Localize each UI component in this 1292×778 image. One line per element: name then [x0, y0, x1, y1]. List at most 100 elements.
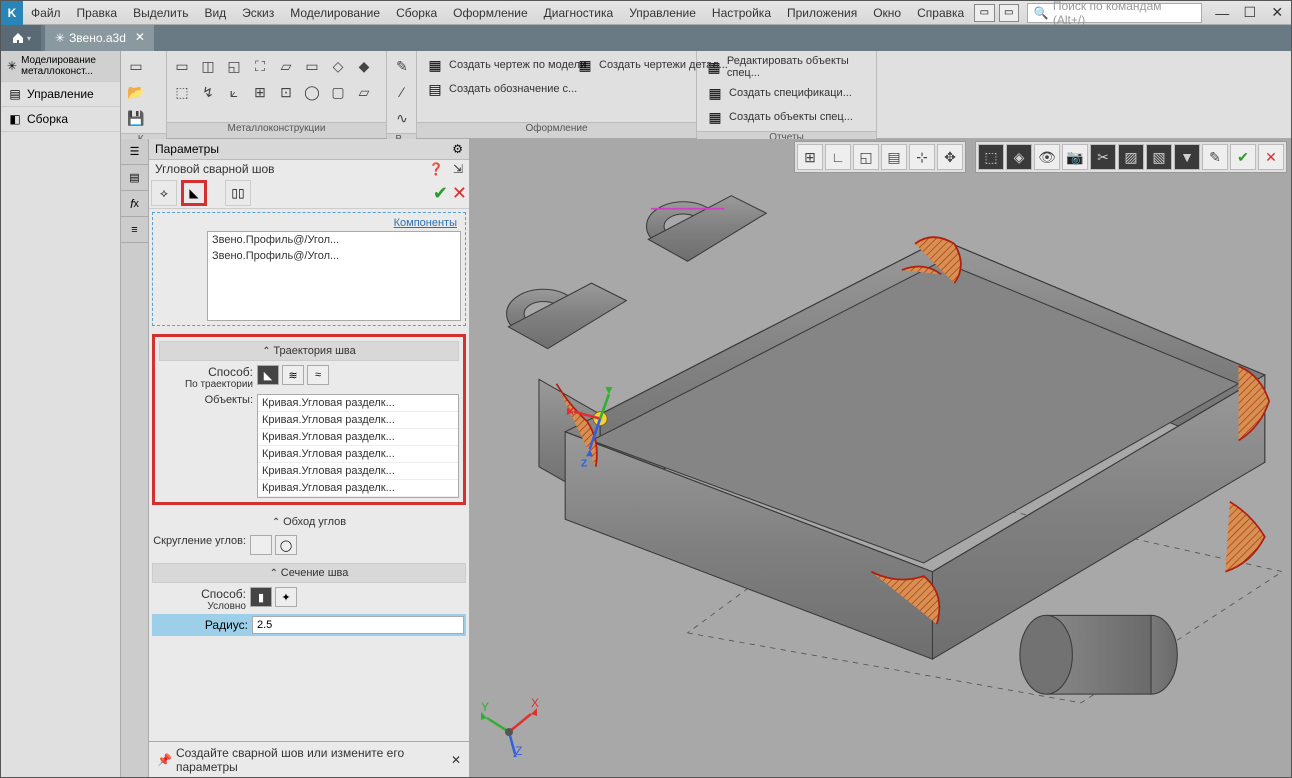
view-mode-2-selected[interactable]: ◣ [181, 180, 207, 206]
view-mode-1[interactable]: ⟡ [151, 180, 177, 206]
vp-reject-icon[interactable]: ✕ [1258, 144, 1284, 170]
create-spec-objects-button[interactable]: ▦ Создать объекты спец... [699, 105, 874, 129]
tool-1-icon[interactable]: ▭ [170, 54, 194, 78]
vp-angle-icon[interactable]: ∟ [825, 144, 851, 170]
document-tab[interactable]: ✳ Звено.a3d ✕ [45, 25, 154, 51]
open-icon[interactable]: 📂 [124, 80, 148, 104]
menu-sketch[interactable]: Эскиз [234, 6, 282, 20]
tool-5-icon[interactable]: ▱ [274, 54, 298, 78]
menu-window[interactable]: Окно [865, 6, 909, 20]
menu-applications[interactable]: Приложения [779, 6, 865, 20]
cancel-icon[interactable]: ✕ [452, 183, 467, 204]
line-icon[interactable]: ∕ [390, 80, 414, 104]
tool-8-icon[interactable]: ◆ [352, 54, 376, 78]
vp-camera-icon[interactable]: 📷 [1062, 144, 1088, 170]
orientation-axes-icon[interactable]: X Y Z [479, 687, 549, 757]
object-item[interactable]: Кривая.Угловая разделк... [258, 446, 458, 463]
vp-tool-a-icon[interactable]: ✂ [1090, 144, 1116, 170]
menu-help[interactable]: Справка [909, 6, 972, 20]
trajectory-header[interactable]: Траектория шва [159, 341, 459, 361]
tab-close-icon[interactable]: ✕ [132, 29, 148, 45]
vp-box-icon[interactable]: ⬚ [978, 144, 1004, 170]
params-gear-icon[interactable]: ⚙ [452, 142, 463, 156]
object-item[interactable]: Кривая.Угловая разделк... [258, 480, 458, 497]
section-header[interactable]: Сечение шва [152, 563, 466, 583]
menu-settings[interactable]: Настройка [704, 6, 779, 20]
3d-viewport[interactable]: X Z X Y Z [469, 139, 1291, 777]
window-minimize[interactable]: — [1208, 5, 1236, 21]
vp-brush-icon[interactable]: ✎ [1202, 144, 1228, 170]
menu-file[interactable]: Файл [23, 6, 69, 20]
rounding-on[interactable]: ◯ [275, 535, 297, 555]
menu-control[interactable]: Управление [621, 6, 704, 20]
menu-diagnostics[interactable]: Диагностика [536, 6, 622, 20]
vp-persp-icon[interactable]: ◱ [853, 144, 879, 170]
pin-icon[interactable]: 📌 [157, 753, 172, 767]
status-close-icon[interactable]: ✕ [451, 753, 461, 767]
vp-eye-icon[interactable]: 👁 [1034, 144, 1060, 170]
vp-iso-icon[interactable]: ◈ [1006, 144, 1032, 170]
expand-icon[interactable]: ⇲ [453, 162, 463, 176]
method-mode-1[interactable]: ◣ [257, 365, 279, 385]
menu-view[interactable]: Вид [196, 6, 234, 20]
curve-icon[interactable]: ∿ [390, 106, 414, 130]
menu-select[interactable]: Выделить [125, 6, 196, 20]
menu-assembly[interactable]: Сборка [388, 6, 445, 20]
radius-input[interactable] [252, 616, 464, 634]
vp-confirm-icon[interactable]: ✔ [1230, 144, 1256, 170]
tool-9-icon[interactable]: ⬚ [170, 80, 194, 104]
command-search[interactable]: 🔍 Поиск по командам (Alt+/) [1027, 3, 1203, 23]
vp-view-icon[interactable]: ▤ [881, 144, 907, 170]
apply-icon[interactable]: ✔ [433, 183, 448, 204]
vtab-fx-icon[interactable]: fx [121, 191, 148, 217]
components-list[interactable]: Звено.Профиль@/Угол... Звено.Профиль@/Уг… [207, 231, 461, 321]
component-item[interactable]: Звено.Профиль@/Угол... [208, 232, 460, 248]
tool-2-icon[interactable]: ◫ [196, 54, 220, 78]
help-icon[interactable]: ❓ [429, 162, 444, 176]
menu-modeling[interactable]: Моделирование [282, 6, 388, 20]
window-maximize[interactable]: ☐ [1236, 4, 1264, 21]
object-item[interactable]: Кривая.Угловая разделк... [258, 412, 458, 429]
section-mode-2[interactable]: ✦ [275, 587, 297, 607]
method-mode-2[interactable]: ≋ [282, 365, 304, 385]
object-item[interactable]: Кривая.Угловая разделк... [258, 463, 458, 480]
create-spec-button[interactable]: ▦ Создать спецификаци... [699, 81, 874, 105]
window-close[interactable]: ✕ [1263, 4, 1291, 21]
tool-14-icon[interactable]: ◯ [300, 80, 324, 104]
vtab-lines-icon[interactable]: ≡ [121, 217, 148, 243]
tool-16-icon[interactable]: ▱ [352, 80, 376, 104]
objects-list[interactable]: Кривая.Угловая разделк... Кривая.Угловая… [257, 394, 459, 498]
menu-annotation[interactable]: Оформление [445, 6, 535, 20]
pencil-icon[interactable]: ✎ [390, 54, 414, 78]
tool-4-icon[interactable]: ⛶ [248, 54, 272, 78]
tool-12-icon[interactable]: ⊞ [248, 80, 272, 104]
tool-3-icon[interactable]: ◱ [222, 54, 246, 78]
vtab-list-icon[interactable]: ▤ [121, 165, 148, 191]
home-tab[interactable] [1, 25, 41, 51]
vp-grid-icon[interactable]: ⊞ [797, 144, 823, 170]
window-layout-1-icon[interactable]: ▭ [974, 4, 994, 22]
menu-edit[interactable]: Правка [69, 6, 126, 20]
vp-axes-icon[interactable]: ⊹ [909, 144, 935, 170]
tool-10-icon[interactable]: ↯ [196, 80, 220, 104]
tool-15-icon[interactable]: ▢ [326, 80, 350, 104]
vtab-tree-icon[interactable]: ☰ [121, 139, 148, 165]
vp-move-icon[interactable]: ✥ [937, 144, 963, 170]
components-link[interactable]: Компоненты [157, 217, 461, 229]
vp-tool-c-icon[interactable]: ▧ [1146, 144, 1172, 170]
rounding-off[interactable] [250, 535, 272, 555]
method-mode-3[interactable]: ≈ [307, 365, 329, 385]
section-mode-1[interactable]: ▮ [250, 587, 272, 607]
create-detail-drawings-button[interactable]: ▦ Создать чертежи детал... [569, 53, 734, 77]
tool-13-icon[interactable]: ⊡ [274, 80, 298, 104]
tool-7-icon[interactable]: ◇ [326, 54, 350, 78]
tool-6-icon[interactable]: ▭ [300, 54, 324, 78]
vp-filter-icon[interactable]: ▼ [1174, 144, 1200, 170]
view-mode-3[interactable]: ▯▯ [225, 180, 251, 206]
create-designation-button[interactable]: ▤ Создать обозначение с... [419, 77, 694, 101]
window-layout-2-icon[interactable]: ▭ [999, 4, 1019, 22]
mode-assembly[interactable]: ◧ Сборка [1, 107, 120, 132]
vp-tool-b-icon[interactable]: ▨ [1118, 144, 1144, 170]
mode-control[interactable]: ▤ Управление [1, 82, 120, 107]
object-item[interactable]: Кривая.Угловая разделк... [258, 429, 458, 446]
